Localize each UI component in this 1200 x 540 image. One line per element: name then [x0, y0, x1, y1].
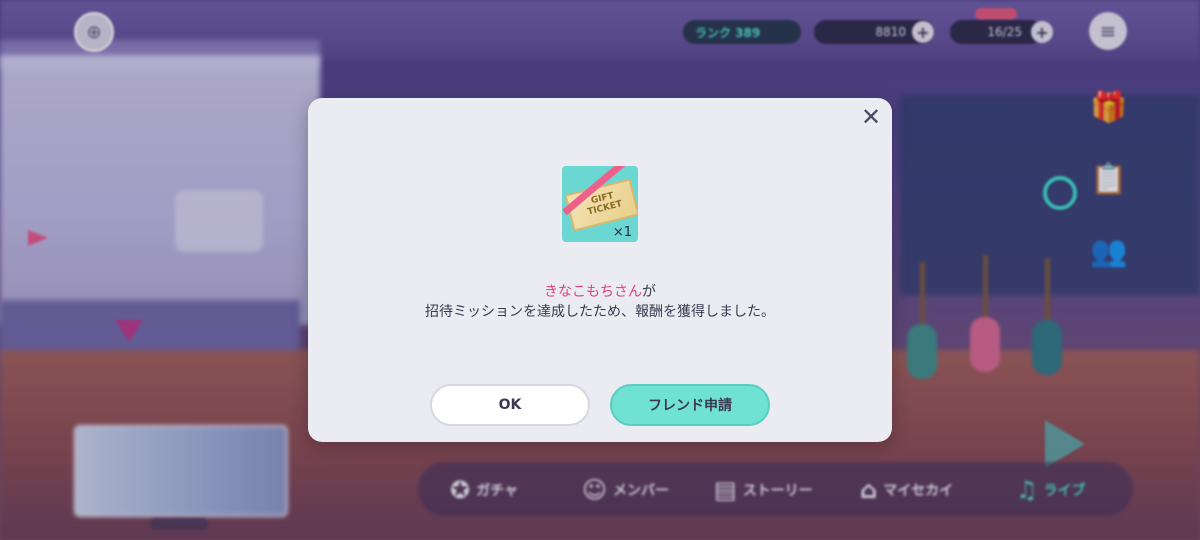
reward-dialog: ✕ GIFT TICKET ×1 きなこもちさんが 招待ミッションを達成したため… — [308, 98, 892, 442]
ok-button[interactable]: OK — [430, 384, 590, 426]
reward-item: GIFT TICKET ×1 — [562, 166, 638, 242]
close-icon: ✕ — [860, 103, 882, 131]
reward-message: きなこもちさんが 招待ミッションを達成したため、報酬を獲得しました。 — [308, 282, 892, 322]
reward-quantity: ×1 — [612, 225, 632, 240]
message-line1: きなこもちさんが — [308, 282, 892, 302]
close-button[interactable]: ✕ — [858, 103, 884, 131]
message-line2: 招待ミッションを達成したため、報酬を獲得しました。 — [425, 304, 775, 320]
friend-name: きなこもちさん — [544, 284, 642, 300]
name-suffix: が — [642, 284, 656, 300]
friend-request-button[interactable]: フレンド申請 — [610, 384, 770, 426]
game-screen: ⊕ ランク 389 8810 + 16/25 + ≡ 🎁 📋 👥 ✪ ガチャ ☺… — [0, 0, 1200, 540]
